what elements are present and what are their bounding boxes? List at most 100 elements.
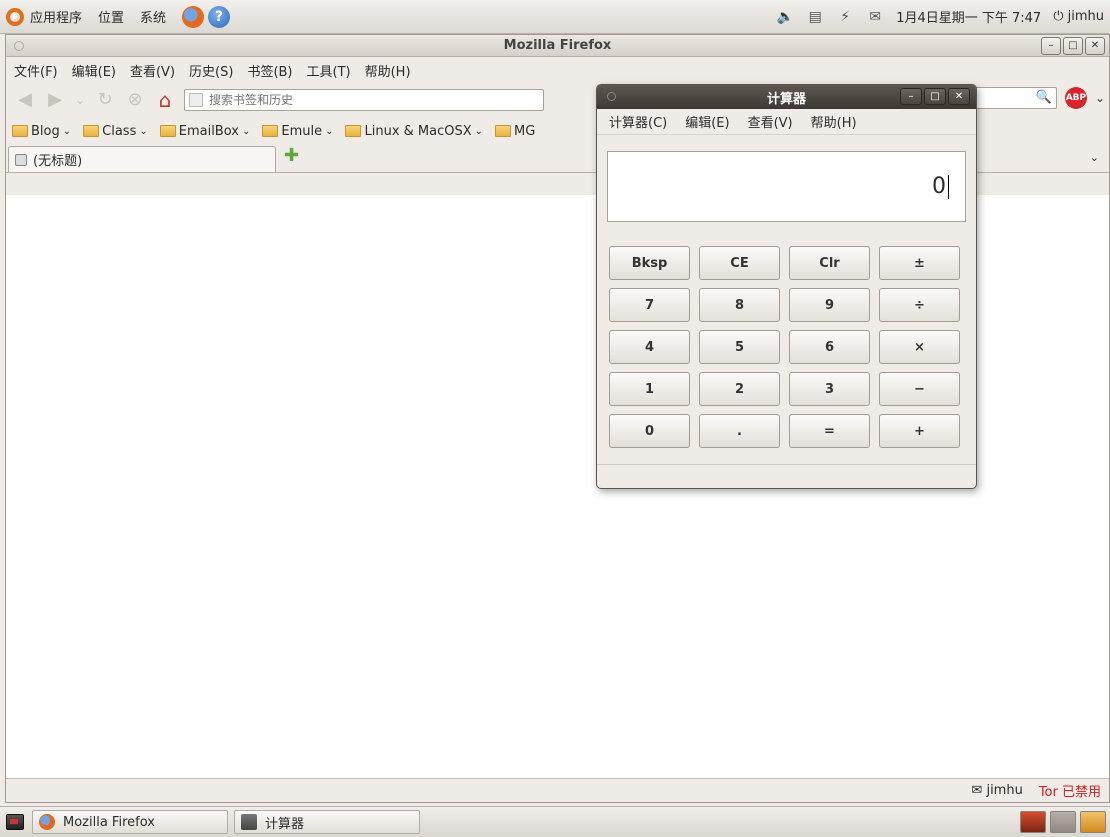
places-menu-label: 位置 — [98, 11, 125, 26]
key-2[interactable]: 2 — [699, 372, 780, 406]
tor-status[interactable]: Tor 已禁用 — [1039, 781, 1101, 800]
firefox-titlebar[interactable]: Mozilla Firefox – □ ✕ — [6, 35, 1109, 57]
calc-menu-calculator[interactable]: 计算器(C) — [609, 112, 667, 131]
menu-view[interactable]: 查看(V) — [130, 61, 175, 80]
chevron-down-icon: ⌄ — [474, 125, 484, 137]
reload-icon[interactable]: ↻ — [94, 89, 116, 111]
url-input[interactable] — [209, 93, 529, 107]
page-favicon-icon — [189, 93, 203, 107]
calculator-display[interactable]: 0 — [607, 151, 966, 222]
workspace-icon[interactable] — [1020, 811, 1046, 833]
key-4[interactable]: 4 — [609, 330, 690, 364]
clock[interactable]: 1月4日星期一 下午 7:47 — [896, 7, 1041, 26]
minimize-icon[interactable]: – — [900, 88, 922, 105]
key-backspace[interactable]: Bksp — [609, 246, 690, 280]
key-clear-entry[interactable]: CE — [699, 246, 780, 280]
key-7[interactable]: 7 — [609, 288, 690, 322]
home-icon[interactable]: ⌂ — [154, 89, 176, 111]
adblock-dropdown-icon[interactable]: ⌄ — [1095, 91, 1105, 105]
bookmark-label: EmailBox — [178, 123, 239, 139]
bookmark-label: Class — [102, 123, 137, 139]
status-user: ✉ jimhu — [971, 783, 1022, 798]
text-caret — [948, 174, 949, 199]
history-dropdown-icon[interactable]: ⌄ — [74, 89, 86, 111]
taskbar-item-firefox[interactable]: Mozilla Firefox — [32, 810, 228, 834]
bookmark-folder-mg[interactable]: MG — [495, 124, 535, 139]
calc-menu-view[interactable]: 查看(V) — [748, 112, 793, 131]
bottom-panel: Mozilla Firefox 计算器 — [0, 806, 1110, 837]
system-menu-label: 系统 — [140, 11, 167, 26]
power-icon[interactable]: ⚡ — [836, 9, 854, 25]
key-0[interactable]: 0 — [609, 414, 690, 448]
system-menu[interactable]: 系统 — [140, 7, 166, 26]
key-multiply[interactable]: × — [879, 330, 960, 364]
chevron-down-icon: ⌄ — [241, 125, 251, 137]
key-5[interactable]: 5 — [699, 330, 780, 364]
bookmark-folder-class[interactable]: Class ⌄ — [83, 124, 148, 139]
stop-icon[interactable]: ⊗ — [124, 89, 146, 111]
key-6[interactable]: 6 — [789, 330, 870, 364]
key-9[interactable]: 9 — [789, 288, 870, 322]
key-3[interactable]: 3 — [789, 372, 870, 406]
taskbar-item-calculator[interactable]: 计算器 — [234, 810, 420, 834]
calc-menu-help[interactable]: 帮助(H) — [811, 112, 857, 131]
new-tab-icon[interactable]: ✚ — [284, 145, 299, 166]
bookmark-label: Blog — [31, 123, 60, 139]
key-8[interactable]: 8 — [699, 288, 780, 322]
minimize-icon[interactable]: – — [1041, 37, 1061, 55]
key-add[interactable]: + — [879, 414, 960, 448]
maximize-icon[interactable]: □ — [924, 88, 946, 105]
window-menu-icon[interactable] — [607, 92, 616, 101]
key-equals[interactable]: = — [789, 414, 870, 448]
folder-icon — [345, 125, 362, 137]
help-launcher-icon[interactable]: ? — [208, 5, 231, 28]
tab-favicon-icon — [15, 153, 27, 166]
bookmark-folder-emailbox[interactable]: EmailBox ⌄ — [159, 123, 251, 139]
folder-icon — [495, 125, 512, 137]
adblock-plus-icon[interactable]: ABP — [1064, 87, 1087, 109]
window-menu-icon[interactable] — [14, 41, 24, 51]
forward-icon[interactable]: ▶ — [44, 89, 66, 111]
network-icon[interactable]: ▤ — [806, 9, 824, 25]
key-clear[interactable]: Clr — [789, 246, 870, 280]
calculator-titlebar[interactable]: 计算器 – □ ✕ — [597, 85, 976, 109]
firefox-menubar: 文件(F) 编辑(E) 查看(V) 历史(S) 书签(B) 工具(T) 帮助(H… — [6, 57, 1109, 83]
key-divide[interactable]: ÷ — [879, 288, 960, 322]
calculator-title: 计算器 — [766, 91, 806, 107]
bookmark-folder-emule[interactable]: Emule ⌄ — [262, 124, 333, 139]
close-icon[interactable]: ✕ — [948, 88, 970, 105]
key-plus-minus[interactable]: ± — [879, 246, 960, 280]
url-bar[interactable] — [184, 89, 544, 111]
applications-menu[interactable]: 应用程序 — [6, 7, 82, 26]
places-menu[interactable]: 位置 — [98, 7, 124, 26]
menu-file[interactable]: 文件(F) — [14, 61, 58, 80]
status-user-label: jimhu — [986, 783, 1023, 798]
show-desktop-icon[interactable] — [6, 814, 24, 830]
menu-history[interactable]: 历史(S) — [189, 61, 233, 80]
key-decimal[interactable]: . — [699, 414, 780, 448]
back-icon[interactable]: ◀ — [14, 89, 36, 111]
folder-icon — [262, 125, 279, 137]
trash-icon[interactable] — [1080, 811, 1106, 833]
menu-help[interactable]: 帮助(H) — [365, 61, 411, 80]
user-menu[interactable]: ⏻ jimhu — [1053, 9, 1104, 24]
volume-icon[interactable]: 🔈 — [776, 9, 794, 25]
tab-untitled[interactable]: (无标题) — [8, 146, 276, 172]
key-subtract[interactable]: − — [879, 372, 960, 406]
bookmark-folder-blog[interactable]: Blog ⌄ — [12, 124, 71, 139]
search-icon[interactable]: 🔍 — [1036, 90, 1052, 105]
maximize-icon[interactable]: □ — [1063, 37, 1083, 55]
shutdown-icon: ⏻ — [1053, 9, 1064, 24]
list-all-tabs-icon[interactable]: ⌄ — [1090, 151, 1099, 164]
firefox-launcher-icon[interactable] — [182, 5, 205, 28]
calc-menu-edit[interactable]: 编辑(E) — [685, 112, 729, 131]
menu-edit[interactable]: 编辑(E) — [72, 61, 116, 80]
mail-icon[interactable]: ✉ — [866, 9, 884, 25]
menu-bookmarks[interactable]: 书签(B) — [247, 61, 292, 80]
workspace-icon[interactable] — [1050, 811, 1076, 833]
taskbar-label: 计算器 — [265, 816, 305, 832]
bookmark-folder-linux-macosx[interactable]: Linux & MacOSX ⌄ — [345, 124, 483, 139]
menu-tools[interactable]: 工具(T) — [307, 61, 351, 80]
close-icon[interactable]: ✕ — [1085, 37, 1105, 55]
key-1[interactable]: 1 — [609, 372, 690, 406]
